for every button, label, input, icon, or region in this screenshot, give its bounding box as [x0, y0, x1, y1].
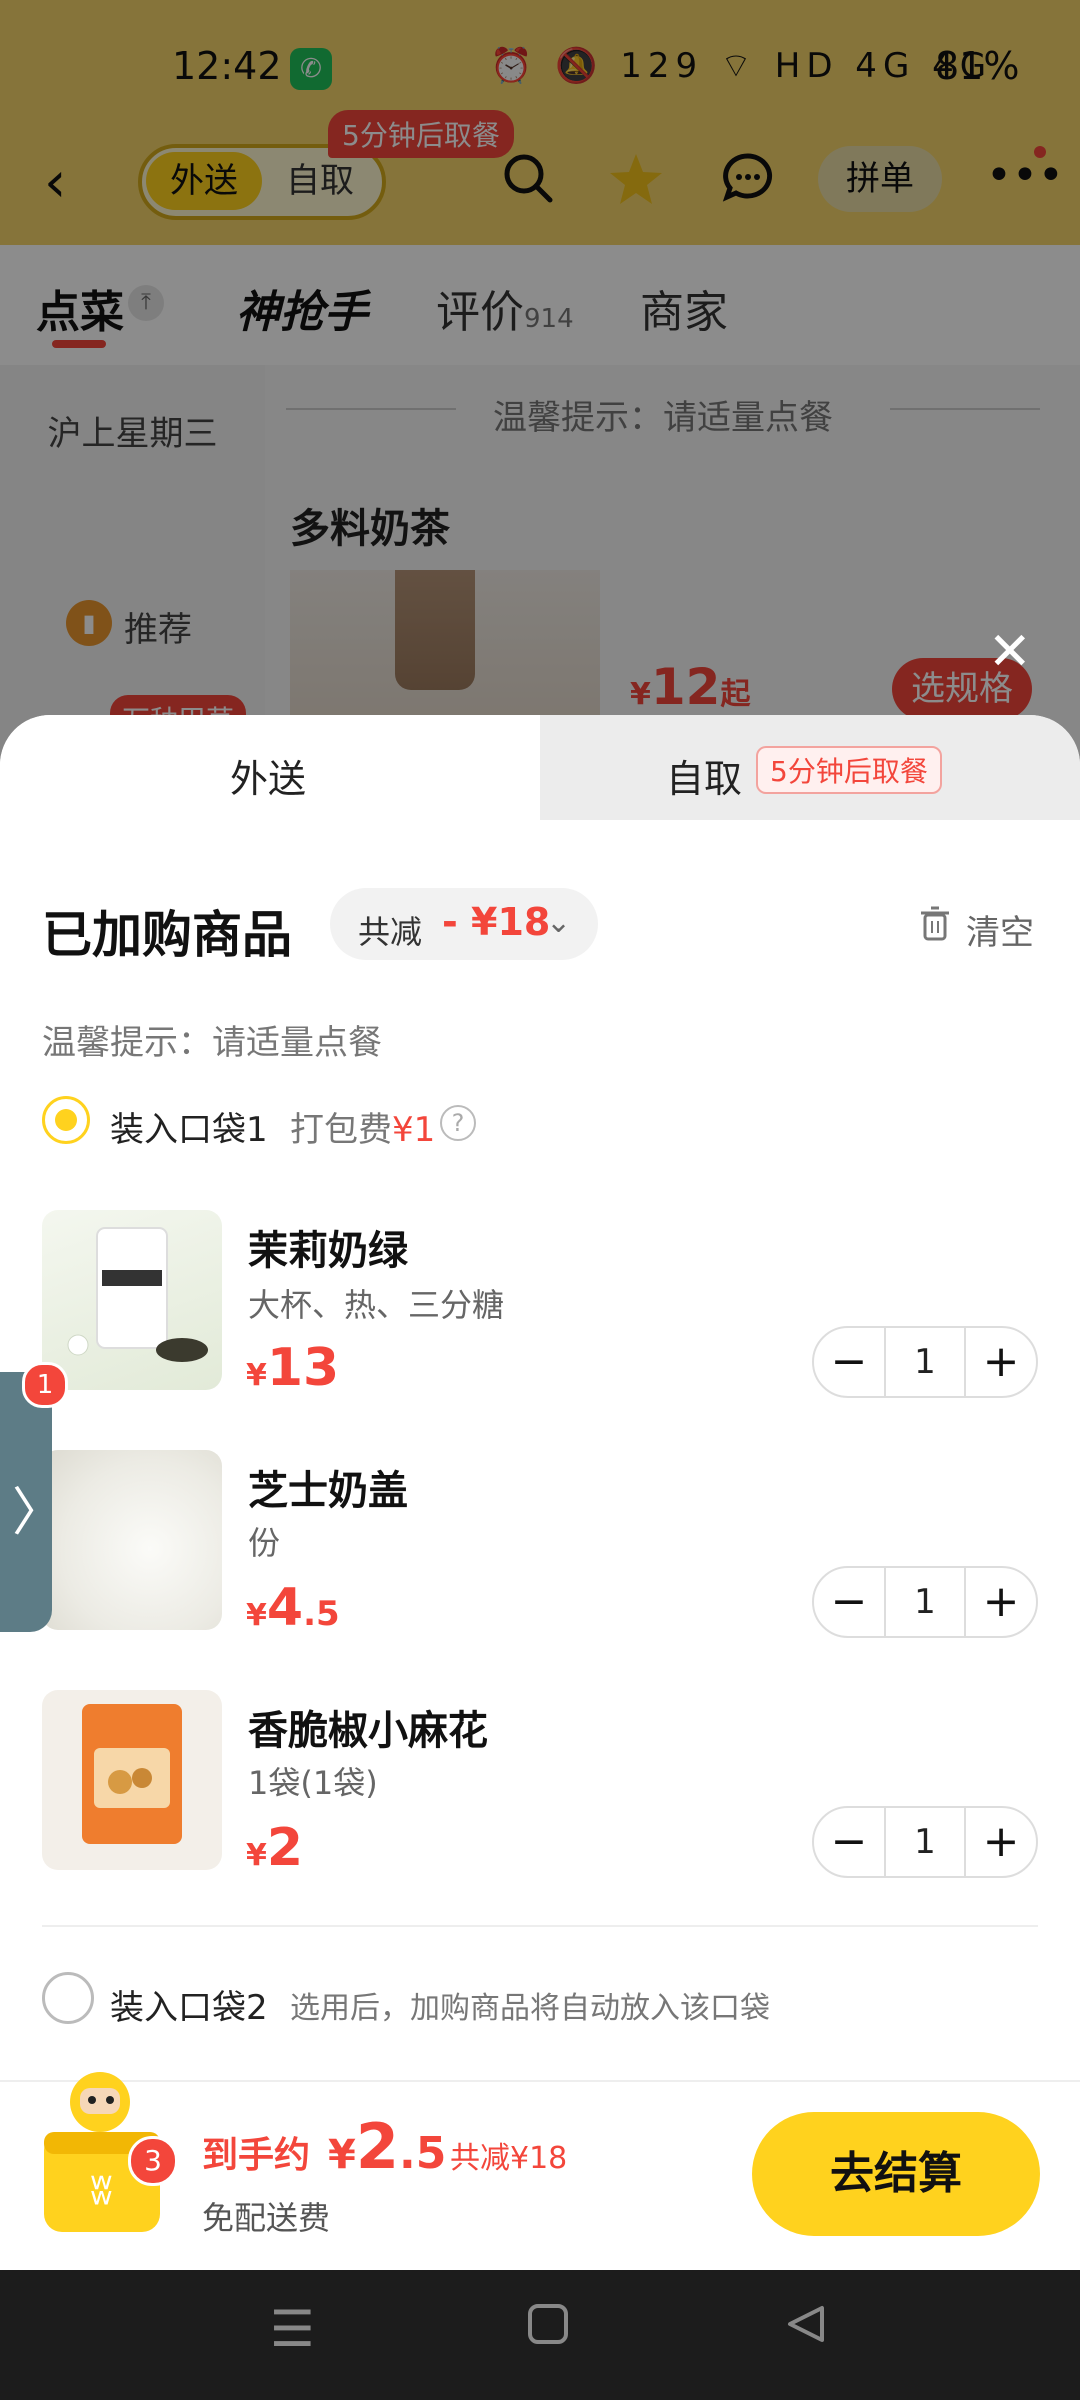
bag2-description: 选用后，加购商品将自动放入该口袋 [290, 1991, 770, 2026]
divider [42, 1925, 1038, 1927]
item-name: 芝士奶盖 [248, 1468, 408, 1514]
checkout-button[interactable]: 去结算 [752, 2112, 1040, 2236]
item-price: ¥2 [246, 1818, 304, 1878]
discount-label: 共减 [358, 913, 423, 951]
item-image[interactable] [42, 1690, 222, 1870]
menu-icon[interactable]: ☰ [270, 2300, 315, 2358]
bag2-label: 装入口袋2 [110, 1988, 268, 2028]
pickup-time-badge: 5分钟后取餐 [756, 746, 942, 794]
item-name: 香脆椒小麻花 [248, 1708, 488, 1754]
packing-fee: 打包费¥1 [290, 1110, 436, 1150]
help-icon[interactable]: ? [440, 1105, 476, 1141]
item-image[interactable] [42, 1450, 222, 1630]
radio-selected-dot [55, 1109, 77, 1131]
minus-button[interactable]: − [814, 1808, 886, 1876]
side-float-badge: 1 [22, 1362, 68, 1408]
cart-tip: 温馨提示：请适量点餐 [42, 1023, 382, 1063]
item-spec: 大杯、热、三分糖 [248, 1286, 505, 1324]
item-spec: 1袋(1袋) [248, 1764, 378, 1802]
quantity-stepper: − 1 + [812, 1326, 1038, 1398]
close-icon[interactable]: ✕ [988, 622, 1032, 682]
minus-button[interactable]: − [814, 1328, 886, 1396]
total-price: ¥2.5 [328, 2110, 447, 2183]
quantity-value: 1 [914, 1582, 936, 1622]
clear-cart-button[interactable]: 清空 [966, 905, 1034, 954]
item-spec: 份 [248, 1524, 281, 1562]
item-name: 茉莉奶绿 [248, 1228, 408, 1274]
discount-value: - ¥18 [442, 900, 551, 944]
quantity-stepper: − 1 + [812, 1806, 1038, 1878]
total-label: 到手约 [202, 2135, 311, 2176]
plus-button[interactable]: + [964, 1568, 1036, 1636]
total-savings: 共减¥18 [450, 2141, 568, 2176]
minus-button[interactable]: − [814, 1568, 886, 1636]
plus-button[interactable]: + [964, 1808, 1036, 1876]
bag1-label: 装入口袋1 [110, 1110, 268, 1150]
plus-button[interactable]: + [964, 1328, 1036, 1396]
quantity-stepper: − 1 + [812, 1566, 1038, 1638]
svg-text:ʬ: ʬ [90, 2164, 113, 2215]
home-icon[interactable] [526, 2300, 570, 2358]
cart-title: 已加购商品 [42, 906, 292, 964]
quantity-value: 1 [914, 1342, 936, 1382]
item-price: ¥13 [246, 1338, 340, 1398]
delivery-fee: 免配送费 [202, 2199, 331, 2237]
cart-count-badge: 3 [128, 2136, 178, 2186]
chevron-down-icon: ⌄ [546, 905, 572, 940]
quantity-value: 1 [914, 1822, 936, 1862]
sheet-tab-pickup-label: 自取 [666, 757, 743, 801]
trash-icon[interactable] [920, 906, 950, 942]
sheet-tab-delivery-label: 外送 [230, 757, 307, 801]
item-image[interactable] [42, 1210, 222, 1390]
back-triangle-icon[interactable] [784, 2300, 828, 2358]
chevron-right-icon: 〉 [12, 1483, 65, 1543]
bag2-radio[interactable] [42, 1972, 94, 2024]
item-price: ¥4.5 [246, 1578, 340, 1638]
